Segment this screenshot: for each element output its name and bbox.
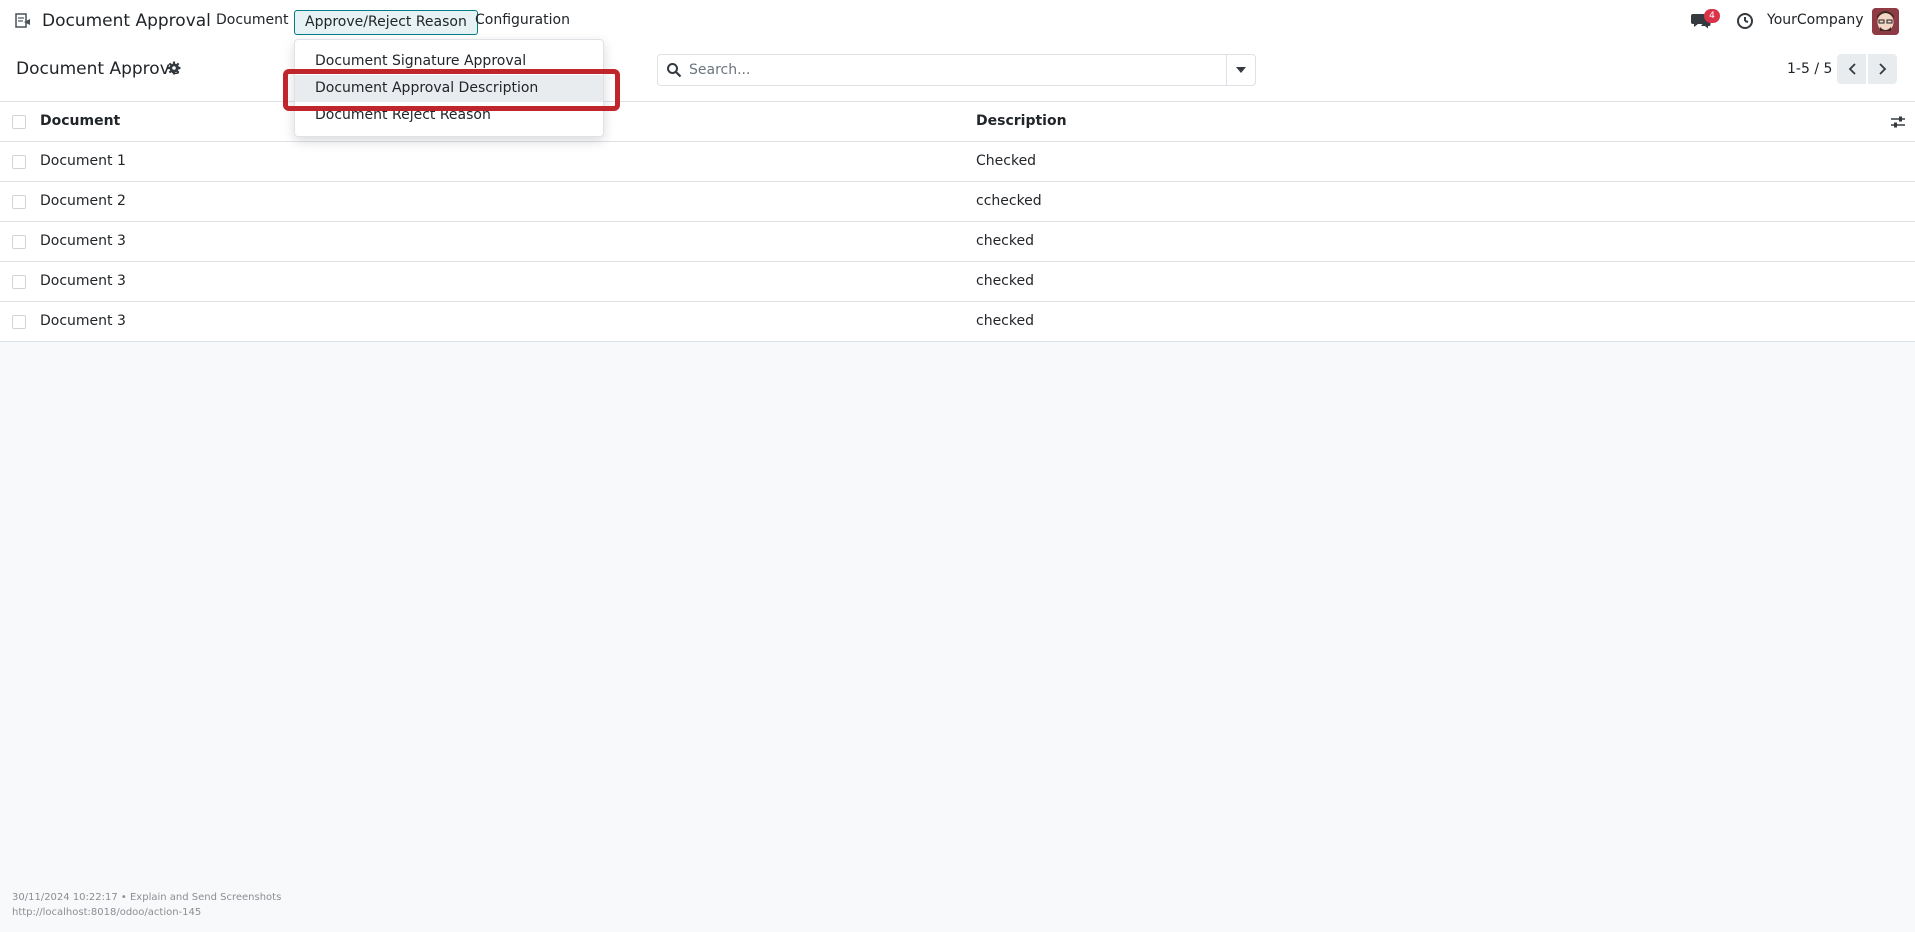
table-row[interactable]: Document 3 checked [0, 262, 1915, 302]
dropdown-item-approval-description[interactable]: Document Approval Description [295, 75, 603, 102]
table-row[interactable]: Document 1 Checked [0, 142, 1915, 182]
page-title: Document Approve [16, 59, 181, 79]
cell-description: checked [976, 313, 1034, 329]
row-checkbox[interactable] [12, 315, 26, 329]
dropdown-item-reject-reason[interactable]: Document Reject Reason [295, 102, 603, 129]
approve-reject-dropdown: Document Signature Approval Description … [294, 39, 604, 137]
gear-icon[interactable] [167, 61, 181, 75]
select-all-checkbox[interactable] [12, 115, 26, 129]
dropdown-item-signature-approval-description[interactable]: Document Signature Approval Description [295, 48, 603, 96]
table-row[interactable]: Document 3 checked [0, 222, 1915, 262]
top-navbar: Document Approval Document Approve/Rejec… [0, 0, 1915, 43]
pager-next-button[interactable] [1868, 54, 1897, 84]
cell-description: checked [976, 273, 1034, 289]
company-switcher[interactable]: YourCompany [1767, 12, 1864, 28]
control-panel: Document Approve 1-5 / 5 [0, 43, 1915, 102]
cell-document: Document 2 [40, 193, 126, 209]
menu-approve-reject-reason[interactable]: Approve/Reject Reason [294, 10, 478, 35]
cell-document: Document 3 [40, 313, 126, 329]
search-options-toggle[interactable] [1226, 54, 1256, 86]
menu-document[interactable]: Document [216, 12, 289, 28]
table-row[interactable]: Document 2 cchecked [0, 182, 1915, 222]
list-table: Document Description Document 1 Checked … [0, 102, 1915, 342]
clock-icon[interactable] [1736, 12, 1754, 30]
row-checkbox[interactable] [12, 155, 26, 169]
table-header-row: Document Description [0, 102, 1915, 142]
document-approval-app-icon[interactable] [14, 12, 32, 30]
footer-url: http://localhost:8018/odoo/action-145 [12, 907, 202, 918]
search-box [657, 54, 1256, 86]
chevron-right-icon [1878, 63, 1886, 75]
search-icon [667, 63, 682, 78]
row-checkbox[interactable] [12, 195, 26, 209]
column-header-description[interactable]: Description [976, 113, 1067, 129]
cell-document: Document 3 [40, 233, 126, 249]
user-avatar[interactable] [1872, 8, 1899, 35]
column-header-document[interactable]: Document [40, 113, 120, 129]
chevron-left-icon [1848, 63, 1856, 75]
row-checkbox[interactable] [12, 275, 26, 289]
cell-document: Document 3 [40, 273, 126, 289]
table-row[interactable]: Document 3 checked [0, 302, 1915, 342]
caret-down-icon [1236, 67, 1246, 73]
cell-description: cchecked [976, 193, 1042, 209]
chat-count-badge: 4 [1704, 9, 1720, 23]
row-checkbox[interactable] [12, 235, 26, 249]
pager-previous-button[interactable] [1837, 54, 1866, 84]
optional-columns-icon[interactable] [1890, 115, 1906, 129]
cell-document: Document 1 [40, 153, 126, 169]
pager-value[interactable]: 1-5 / 5 [1787, 61, 1832, 77]
menu-configuration[interactable]: Configuration [475, 12, 570, 28]
cell-description: Checked [976, 153, 1037, 169]
cell-description: checked [976, 233, 1034, 249]
app-title[interactable]: Document Approval [42, 11, 211, 31]
search-input[interactable] [689, 55, 1249, 85]
footer-timestamp: 30/11/2024 10:22:17 • Explain and Send S… [12, 892, 282, 903]
